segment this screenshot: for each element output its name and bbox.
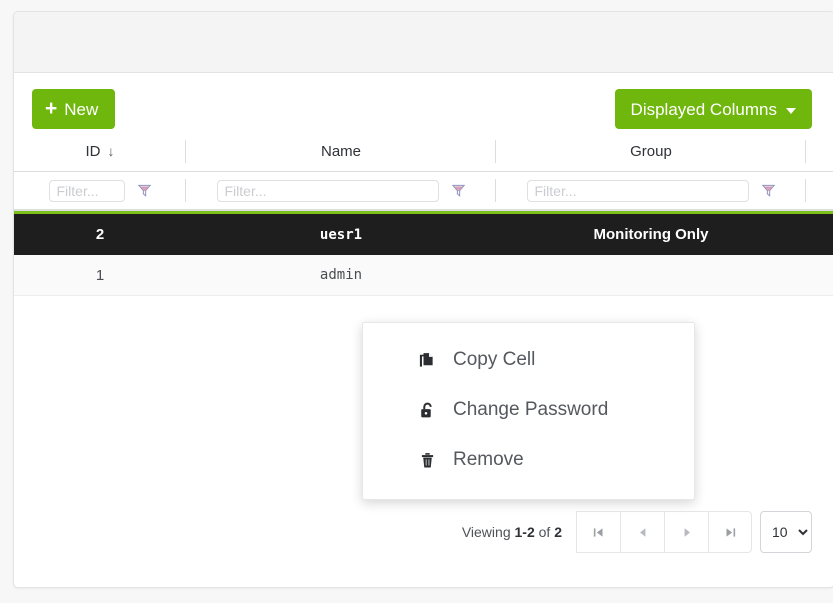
grid-toolbar: + New Displayed Columns	[14, 73, 833, 131]
column-header-overflow	[806, 131, 833, 172]
new-button[interactable]: + New	[32, 89, 115, 129]
context-menu-item-change-password[interactable]: Change Password	[363, 385, 694, 435]
filter-cell-group	[496, 171, 806, 210]
previous-page-button[interactable]	[620, 511, 664, 553]
cell-name[interactable]: uesr1	[186, 214, 496, 255]
context-menu-item-remove[interactable]: Remove	[363, 435, 694, 485]
context-menu-item-label: Change Password	[453, 399, 608, 421]
unlock-icon	[417, 401, 437, 420]
panel-header	[14, 12, 833, 73]
next-page-button[interactable]	[664, 511, 708, 553]
users-panel-card: + New Displayed Columns ID ↓ Name Group	[13, 11, 833, 588]
context-menu-item-label: Remove	[453, 449, 524, 471]
viewing-range: 1-2	[515, 524, 535, 540]
context-menu: Copy Cell Change Password	[362, 322, 695, 500]
first-page-button[interactable]	[576, 511, 620, 553]
column-header-group-label: Group	[630, 143, 672, 160]
displayed-columns-button[interactable]: Displayed Columns	[615, 89, 812, 129]
filter-input-id[interactable]	[49, 180, 125, 202]
viewing-middle: of	[535, 524, 554, 540]
cell-overflow	[806, 255, 833, 295]
viewing-prefix: Viewing	[462, 524, 515, 540]
pagination-summary: Viewing 1-2 of 2	[462, 524, 562, 540]
filter-input-name[interactable]	[217, 180, 439, 202]
funnel-icon[interactable]	[451, 183, 466, 198]
users-grid: ID ↓ Name Group	[14, 131, 833, 296]
filter-cell-id	[14, 171, 186, 210]
funnel-icon[interactable]	[137, 183, 152, 198]
filter-cell-overflow	[806, 171, 833, 210]
chevron-left-icon	[638, 527, 648, 538]
first-page-icon	[592, 526, 605, 539]
arrow-down-icon: ↓	[108, 143, 115, 159]
last-page-icon	[724, 526, 737, 539]
column-header-name-label: Name	[321, 143, 361, 160]
pagination: Viewing 1-2 of 2 10	[462, 511, 812, 553]
context-menu-item-label: Copy Cell	[453, 349, 535, 371]
filter-cell-name	[186, 171, 496, 210]
caret-down-icon	[786, 108, 796, 114]
page-size-select[interactable]: 10	[760, 511, 812, 553]
copy-icon	[417, 351, 437, 370]
cell-id[interactable]: 2	[14, 214, 186, 255]
cell-group[interactable]	[496, 255, 806, 295]
table-row[interactable]: 1 admin	[14, 255, 833, 296]
displayed-columns-label: Displayed Columns	[631, 101, 777, 118]
cell-group[interactable]: Monitoring Only	[496, 214, 806, 255]
last-page-button[interactable]	[708, 511, 752, 553]
column-header-group[interactable]: Group	[496, 131, 806, 172]
context-menu-item-copy-cell[interactable]: Copy Cell	[363, 335, 694, 385]
filter-input-group[interactable]	[527, 180, 749, 202]
column-header-name[interactable]: Name	[186, 131, 496, 172]
viewing-total: 2	[554, 524, 562, 540]
table-row[interactable]: 2 uesr1 Monitoring Only	[14, 211, 833, 255]
plus-icon: +	[45, 98, 57, 119]
funnel-icon[interactable]	[761, 183, 776, 198]
grid-filter-row	[14, 172, 833, 211]
grid-header-row: ID ↓ Name Group	[14, 131, 833, 172]
column-header-id-label: ID	[86, 143, 101, 160]
cell-id[interactable]: 1	[14, 255, 186, 295]
cell-overflow	[806, 214, 833, 255]
chevron-right-icon	[682, 527, 692, 538]
cell-name[interactable]: admin	[186, 255, 496, 295]
trash-icon	[417, 451, 437, 470]
new-button-label: New	[64, 101, 98, 118]
column-header-id[interactable]: ID ↓	[14, 131, 186, 172]
